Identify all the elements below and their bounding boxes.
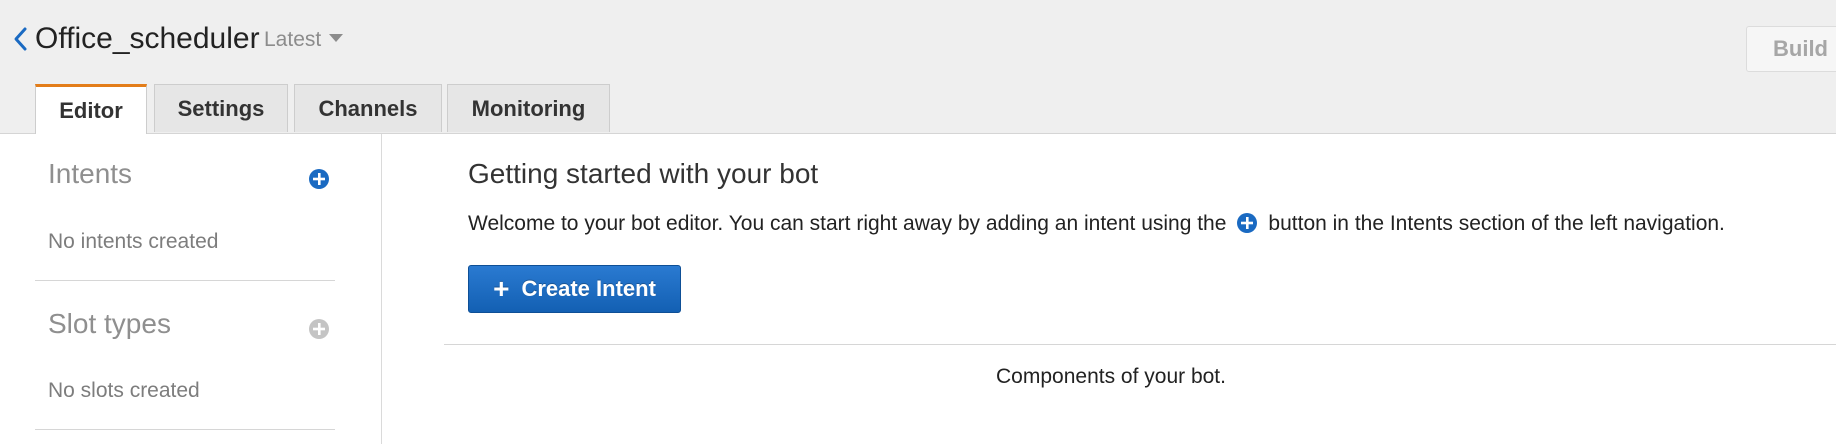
- welcome-text: Welcome to your bot editor. You can star…: [468, 212, 1725, 236]
- build-button[interactable]: Build: [1746, 26, 1836, 72]
- add-intent-icon[interactable]: [308, 168, 330, 190]
- version-dropdown[interactable]: Latest: [264, 27, 344, 53]
- bot-name-title: Office_scheduler: [35, 22, 260, 55]
- tab-settings[interactable]: Settings: [154, 84, 288, 132]
- welcome-text-end: button in the Intents section of the lef…: [1268, 212, 1725, 235]
- version-label: Latest: [264, 28, 322, 51]
- back-chevron-icon[interactable]: [10, 26, 32, 52]
- create-intent-button[interactable]: + Create Intent: [468, 265, 681, 313]
- tab-channels[interactable]: Channels: [294, 84, 442, 132]
- caret-down-icon: [329, 34, 344, 43]
- add-slot-type-icon[interactable]: [308, 318, 330, 340]
- tab-editor[interactable]: Editor: [35, 84, 147, 134]
- content-divider: [444, 344, 1836, 345]
- getting-started-heading: Getting started with your bot: [468, 158, 819, 189]
- top-bar: Office_scheduler Latest Build Editor Set…: [0, 0, 1836, 134]
- welcome-text-start: Welcome to your bot editor. You can star…: [468, 212, 1227, 235]
- intents-heading: Intents: [48, 158, 133, 189]
- components-caption: Components of your bot.: [996, 365, 1226, 388]
- create-intent-label: Create Intent: [521, 276, 656, 301]
- plus-icon: +: [493, 273, 510, 304]
- sidebar-divider: [35, 280, 335, 281]
- main-content: Getting started with your bot Welcome to…: [382, 134, 1836, 444]
- slot-types-empty-text: No slots created: [48, 379, 200, 402]
- slot-types-heading: Slot types: [48, 308, 171, 339]
- left-sidebar: Intents No intents created Slot types No…: [0, 134, 382, 444]
- sidebar-divider: [35, 429, 335, 430]
- plus-circle-icon: [1236, 212, 1258, 234]
- intents-empty-text: No intents created: [48, 230, 219, 253]
- tab-monitoring[interactable]: Monitoring: [447, 84, 610, 132]
